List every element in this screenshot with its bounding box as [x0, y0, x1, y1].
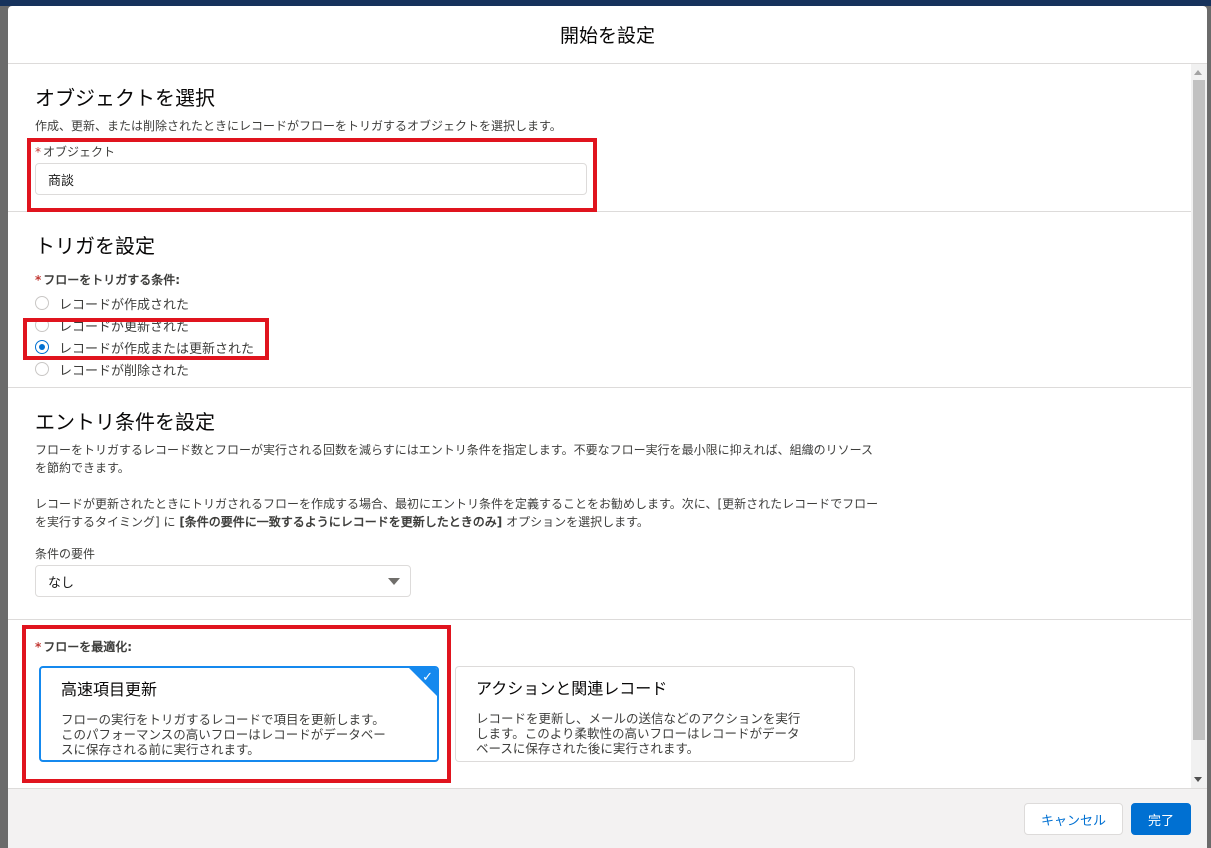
- cancel-button[interactable]: キャンセル: [1024, 803, 1123, 835]
- radio-option-created[interactable]: レコードが作成された: [35, 292, 1207, 314]
- vertical-scrollbar[interactable]: [1191, 64, 1207, 788]
- entry-description-2b-pre: を実行するタイミング] に: [35, 515, 180, 529]
- card-text-line: フローの実行をトリガするレコードで項目を更新します。: [61, 712, 385, 727]
- entry-conditions-section: エントリ条件を設定 フローをトリガするレコード数とフローが実行される回数を減らす…: [8, 388, 1207, 620]
- condition-requirement-label: 条件の要件: [35, 547, 96, 561]
- radio-label: レコードが更新された: [59, 319, 190, 335]
- radio-option-created-or-updated[interactable]: レコードが作成または更新された: [35, 336, 1207, 358]
- required-marker: *: [35, 640, 42, 654]
- radio-option-deleted[interactable]: レコードが削除された: [35, 358, 1207, 380]
- card-title: アクションと関連レコード: [476, 679, 668, 698]
- entry-description-1b: を節約できます。: [35, 461, 130, 475]
- object-section-title: オブジェクトを選択: [35, 86, 215, 110]
- card-fast-field-updates[interactable]: ✓ 高速項目更新 フローの実行をトリガするレコードで項目を更新します。 このパフ…: [39, 666, 439, 762]
- scroll-down-arrow-icon[interactable]: [1194, 777, 1202, 782]
- entry-description-2a: レコードが更新されたときにトリガされるフローを作成する場合、最初にエントリ条件を…: [35, 497, 879, 511]
- card-title: 高速項目更新: [61, 680, 158, 699]
- scroll-up-arrow-icon[interactable]: [1194, 70, 1202, 75]
- entry-description-2b-bold: [条件の要件に一致するようにレコードを更新したときのみ]: [179, 515, 503, 529]
- scroll-thumb[interactable]: [1193, 80, 1205, 740]
- radio-label: レコードが作成された: [59, 297, 190, 313]
- modal-header: 開始を設定: [8, 6, 1207, 64]
- optimize-label-text: フローを最適化:: [43, 640, 133, 654]
- modal-footer: キャンセル 完了: [8, 788, 1207, 848]
- object-section-description: 作成、更新、または削除されたときにレコードがフローをトリガするオブジェクトを選択…: [35, 119, 562, 133]
- checkmark-icon: ✓: [422, 670, 433, 685]
- entry-description-2b: を実行するタイミング] に [条件の要件に一致するようにレコードを更新したときの…: [35, 513, 1207, 531]
- chevron-down-icon: [388, 577, 400, 585]
- entry-description-2b-post: オプションを選択します。: [502, 515, 649, 529]
- card-text-line: ベースに保存された後に実行されます。: [476, 741, 700, 756]
- entry-section-title: エントリ条件を設定: [35, 410, 215, 434]
- required-marker: *: [35, 273, 42, 287]
- trigger-section: トリガを設定 * フローをトリガする条件: レコードが作成された レコードが更新さ…: [8, 212, 1207, 388]
- object-field-label: * オブジェクト: [35, 143, 1207, 160]
- optimize-section: * フローを最適化: ✓ 高速項目更新 フローの実行をトリガするレコードで項目を更…: [8, 620, 1207, 788]
- object-field-label-text: オブジェクト: [43, 145, 116, 159]
- trigger-condition-label-text: フローをトリガする条件:: [43, 273, 181, 287]
- condition-requirement-value: なし: [48, 575, 75, 591]
- card-text-line: スに保存される前に実行されます。: [61, 742, 260, 757]
- trigger-section-title: トリガを設定: [35, 234, 155, 258]
- radio-button[interactable]: [35, 318, 49, 332]
- card-text-line: します。このより柔軟性の高いフローはレコードがデータ: [476, 726, 800, 741]
- optimize-label: * フローを最適化:: [35, 638, 1207, 655]
- object-input[interactable]: 商談: [35, 163, 587, 195]
- modal-body: オブジェクトを選択 作成、更新、または削除されたときにレコードがフローをトリガす…: [8, 64, 1207, 788]
- radio-button-selected[interactable]: [35, 340, 49, 354]
- condition-requirement-select[interactable]: なし: [35, 565, 411, 597]
- radio-option-updated[interactable]: レコードが更新された: [35, 314, 1207, 336]
- entry-description-1: フローをトリガするレコード数とフローが実行される回数を減らすにはエントリ条件を指…: [35, 441, 1207, 477]
- entry-description-2: レコードが更新されたときにトリガされるフローを作成する場合、最初にエントリ条件を…: [35, 495, 1207, 531]
- object-section: オブジェクトを選択 作成、更新、または削除されたときにレコードがフローをトリガす…: [8, 64, 1207, 212]
- radio-label: レコードが作成または更新された: [59, 341, 255, 357]
- radio-label: レコードが削除された: [59, 363, 190, 379]
- radio-button[interactable]: [35, 362, 49, 376]
- entry-description-1a: フローをトリガするレコード数とフローが実行される回数を減らすにはエントリ条件を指…: [35, 443, 873, 457]
- configure-start-modal: 開始を設定 オブジェクトを選択 作成、更新、または削除されたときにレコードがフロ…: [8, 6, 1207, 848]
- card-text-line: レコードを更新し、メールの送信などのアクションを実行: [476, 711, 801, 726]
- done-button[interactable]: 完了: [1131, 803, 1191, 835]
- modal-title: 開始を設定: [559, 25, 655, 47]
- card-text-line: このパフォーマンスの高いフローはレコードがデータベー: [61, 727, 386, 742]
- card-actions-related-records[interactable]: アクションと関連レコード レコードを更新し、メールの送信などのアクションを実行 …: [455, 666, 855, 762]
- required-marker: *: [35, 145, 41, 159]
- radio-button[interactable]: [35, 296, 49, 310]
- trigger-condition-label: * フローをトリガする条件:: [35, 271, 1207, 288]
